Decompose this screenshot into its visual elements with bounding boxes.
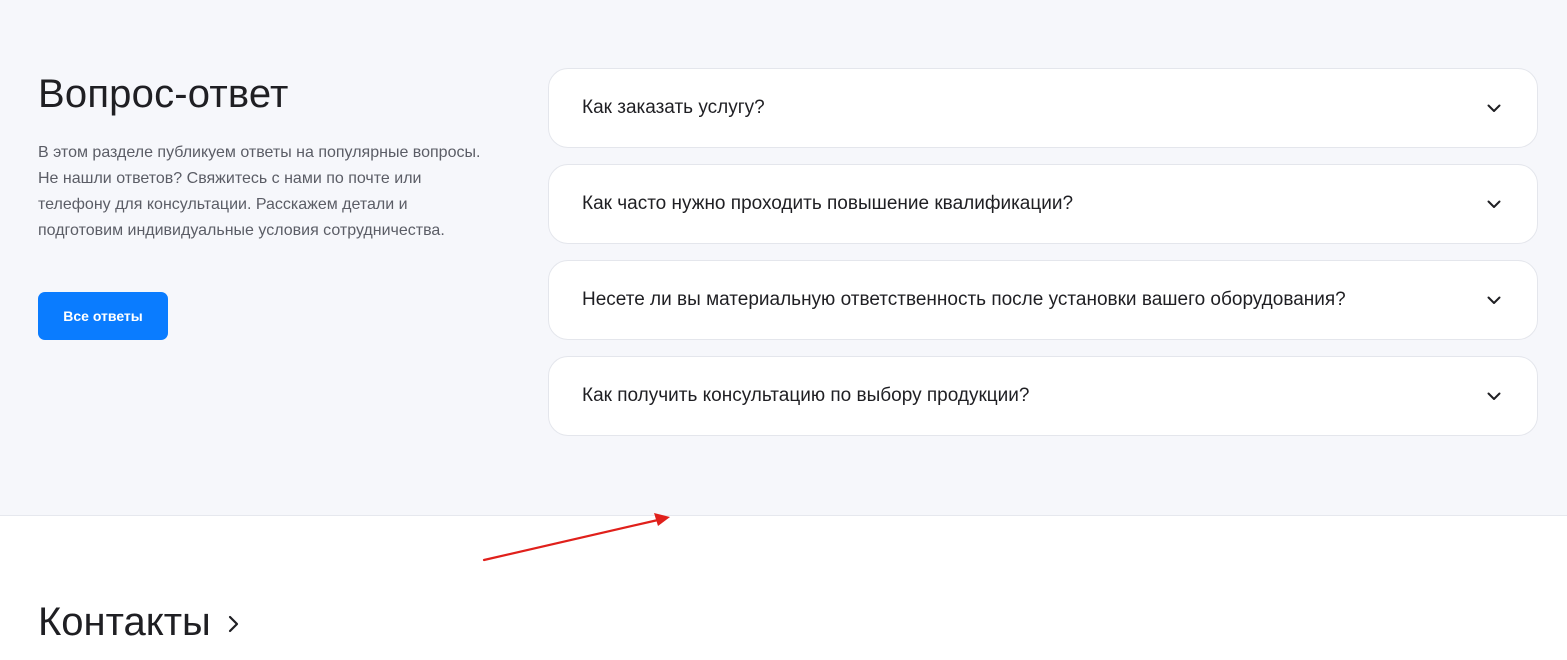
chevron-down-icon[interactable] [1485,195,1503,213]
chevron-down-icon[interactable] [1485,291,1503,309]
chevron-right-icon [228,615,238,633]
faq-item-liability[interactable]: Несете ли вы материальную ответственност… [548,260,1538,340]
faq-question: Как часто нужно проходить повышение квал… [582,193,1074,214]
chevron-down-icon[interactable] [1485,99,1503,117]
all-answers-button[interactable]: Все ответы [38,292,168,340]
faq-item-consultation[interactable]: Как получить консультацию по выбору прод… [548,356,1538,436]
faq-question: Как заказать услугу? [582,97,765,118]
contacts-title: Контакты [38,600,211,644]
annotation-arrow-icon [482,513,670,562]
faq-question: Как получить консультацию по выбору прод… [582,385,1030,406]
faq-list: Как заказать услугу? Как часто нужно про… [548,68,1538,452]
faq-item-qualification[interactable]: Как часто нужно проходить повышение квал… [548,164,1538,244]
faq-item-order-service[interactable]: Как заказать услугу? [548,68,1538,148]
chevron-down-icon[interactable] [1485,387,1503,405]
faq-description: В этом разделе публикуем ответы на попул… [38,144,481,239]
faq-title: Вопрос-ответ [38,72,289,116]
faq-section: Вопрос-ответ В этом разделе публикуем от… [0,0,1567,516]
faq-question: Несете ли вы материальную ответственност… [582,289,1346,310]
contacts-heading[interactable]: Контакты [38,596,243,648]
